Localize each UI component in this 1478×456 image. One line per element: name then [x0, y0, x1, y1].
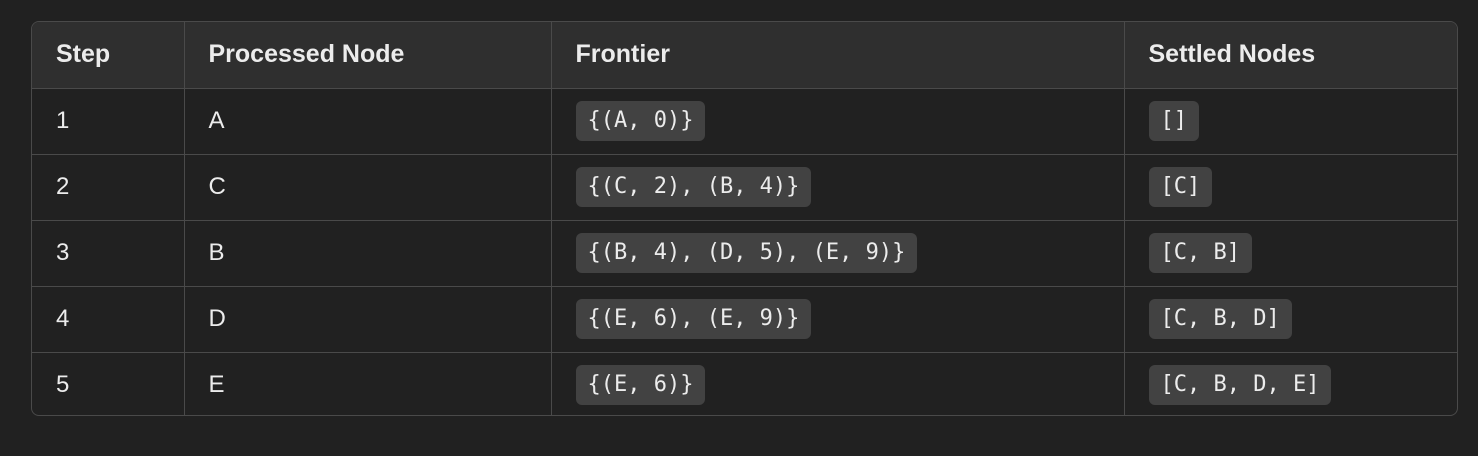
- cell-processed-node: A: [184, 88, 552, 155]
- header-step: Step: [32, 22, 185, 89]
- cell-step: 5: [32, 352, 185, 415]
- frontier-code: {(A, 0)}: [575, 101, 706, 141]
- cell-settled-nodes: [C, B, D, E]: [1124, 352, 1457, 415]
- cell-frontier: {(A, 0)}: [551, 88, 1125, 155]
- table-row: 5 E {(E, 6)} [C, B, D, E]: [32, 352, 1457, 415]
- settled-code: [C, B]: [1148, 233, 1252, 273]
- cell-processed-node: D: [184, 286, 552, 353]
- cell-step: 2: [32, 154, 185, 221]
- dijkstra-steps-table: Step Processed Node Frontier Settled Nod…: [31, 21, 1458, 416]
- settled-code: [C]: [1148, 167, 1213, 207]
- cell-step: 1: [32, 88, 185, 155]
- settled-code: [C, B, D, E]: [1148, 365, 1332, 406]
- page: Step Processed Node Frontier Settled Nod…: [0, 0, 1478, 456]
- table-row: 1 A {(A, 0)} []: [32, 88, 1457, 155]
- cell-processed-node: C: [184, 154, 552, 221]
- cell-frontier: {(E, 6), (E, 9)}: [551, 286, 1125, 353]
- cell-processed-node: B: [184, 220, 552, 287]
- cell-frontier: {(C, 2), (B, 4)}: [551, 154, 1125, 221]
- frontier-code: {(C, 2), (B, 4)}: [575, 167, 812, 207]
- frontier-code: {(E, 6), (E, 9)}: [575, 299, 812, 339]
- cell-step: 4: [32, 286, 185, 353]
- settled-code: [C, B, D]: [1148, 299, 1292, 339]
- table-row: 4 D {(E, 6), (E, 9)} [C, B, D]: [32, 286, 1457, 353]
- cell-frontier: {(B, 4), (D, 5), (E, 9)}: [551, 220, 1125, 287]
- cell-frontier: {(E, 6)}: [551, 352, 1125, 415]
- table: Step Processed Node Frontier Settled Nod…: [32, 22, 1457, 415]
- cell-settled-nodes: []: [1124, 88, 1457, 155]
- cell-settled-nodes: [C, B, D]: [1124, 286, 1457, 353]
- settled-code: []: [1148, 101, 1199, 141]
- header-settled-nodes: Settled Nodes: [1124, 22, 1457, 89]
- table-row: 2 C {(C, 2), (B, 4)} [C]: [32, 154, 1457, 221]
- table-header-row: Step Processed Node Frontier Settled Nod…: [32, 22, 1457, 89]
- table-row: 3 B {(B, 4), (D, 5), (E, 9)} [C, B]: [32, 220, 1457, 287]
- cell-processed-node: E: [184, 352, 552, 415]
- frontier-code: {(B, 4), (D, 5), (E, 9)}: [575, 233, 918, 273]
- frontier-code: {(E, 6)}: [575, 365, 706, 406]
- header-frontier: Frontier: [551, 22, 1125, 89]
- header-processed-node: Processed Node: [184, 22, 552, 89]
- cell-step: 3: [32, 220, 185, 287]
- cell-settled-nodes: [C]: [1124, 154, 1457, 221]
- cell-settled-nodes: [C, B]: [1124, 220, 1457, 287]
